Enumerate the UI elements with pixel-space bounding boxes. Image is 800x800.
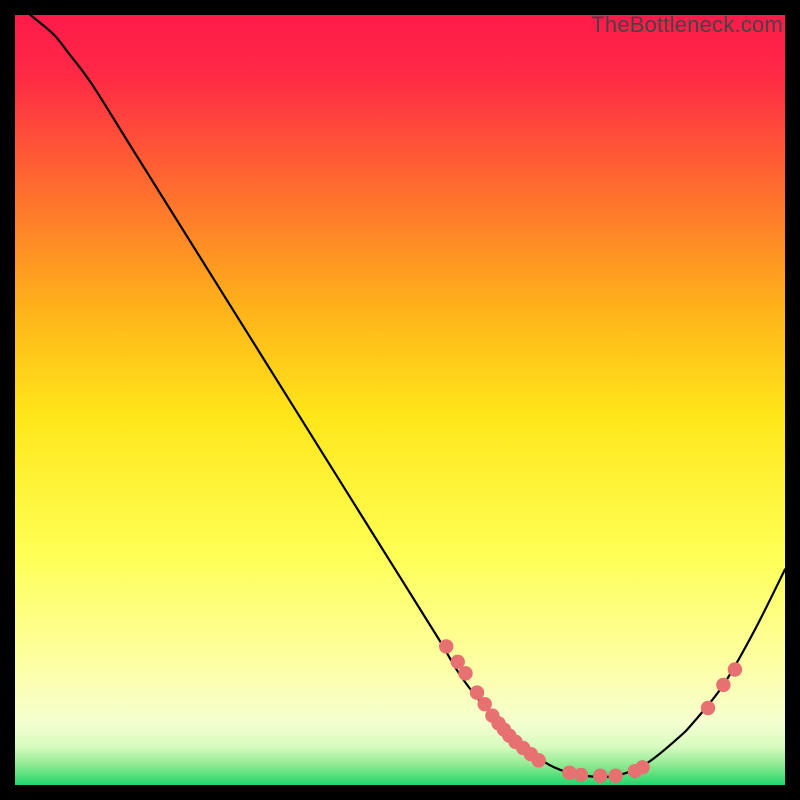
data-marker bbox=[439, 639, 453, 653]
data-marker bbox=[608, 769, 622, 783]
data-marker bbox=[574, 768, 588, 782]
data-marker bbox=[635, 760, 649, 774]
watermark-label: TheBottleneck.com bbox=[591, 12, 783, 38]
data-marker bbox=[593, 769, 607, 783]
data-marker bbox=[531, 753, 545, 767]
chart-canvas bbox=[15, 15, 785, 785]
data-marker bbox=[458, 666, 472, 680]
data-marker bbox=[716, 678, 730, 692]
gradient-background bbox=[15, 15, 785, 785]
data-marker bbox=[701, 701, 715, 715]
chart-frame: TheBottleneck.com bbox=[15, 15, 785, 785]
data-marker bbox=[728, 662, 742, 676]
